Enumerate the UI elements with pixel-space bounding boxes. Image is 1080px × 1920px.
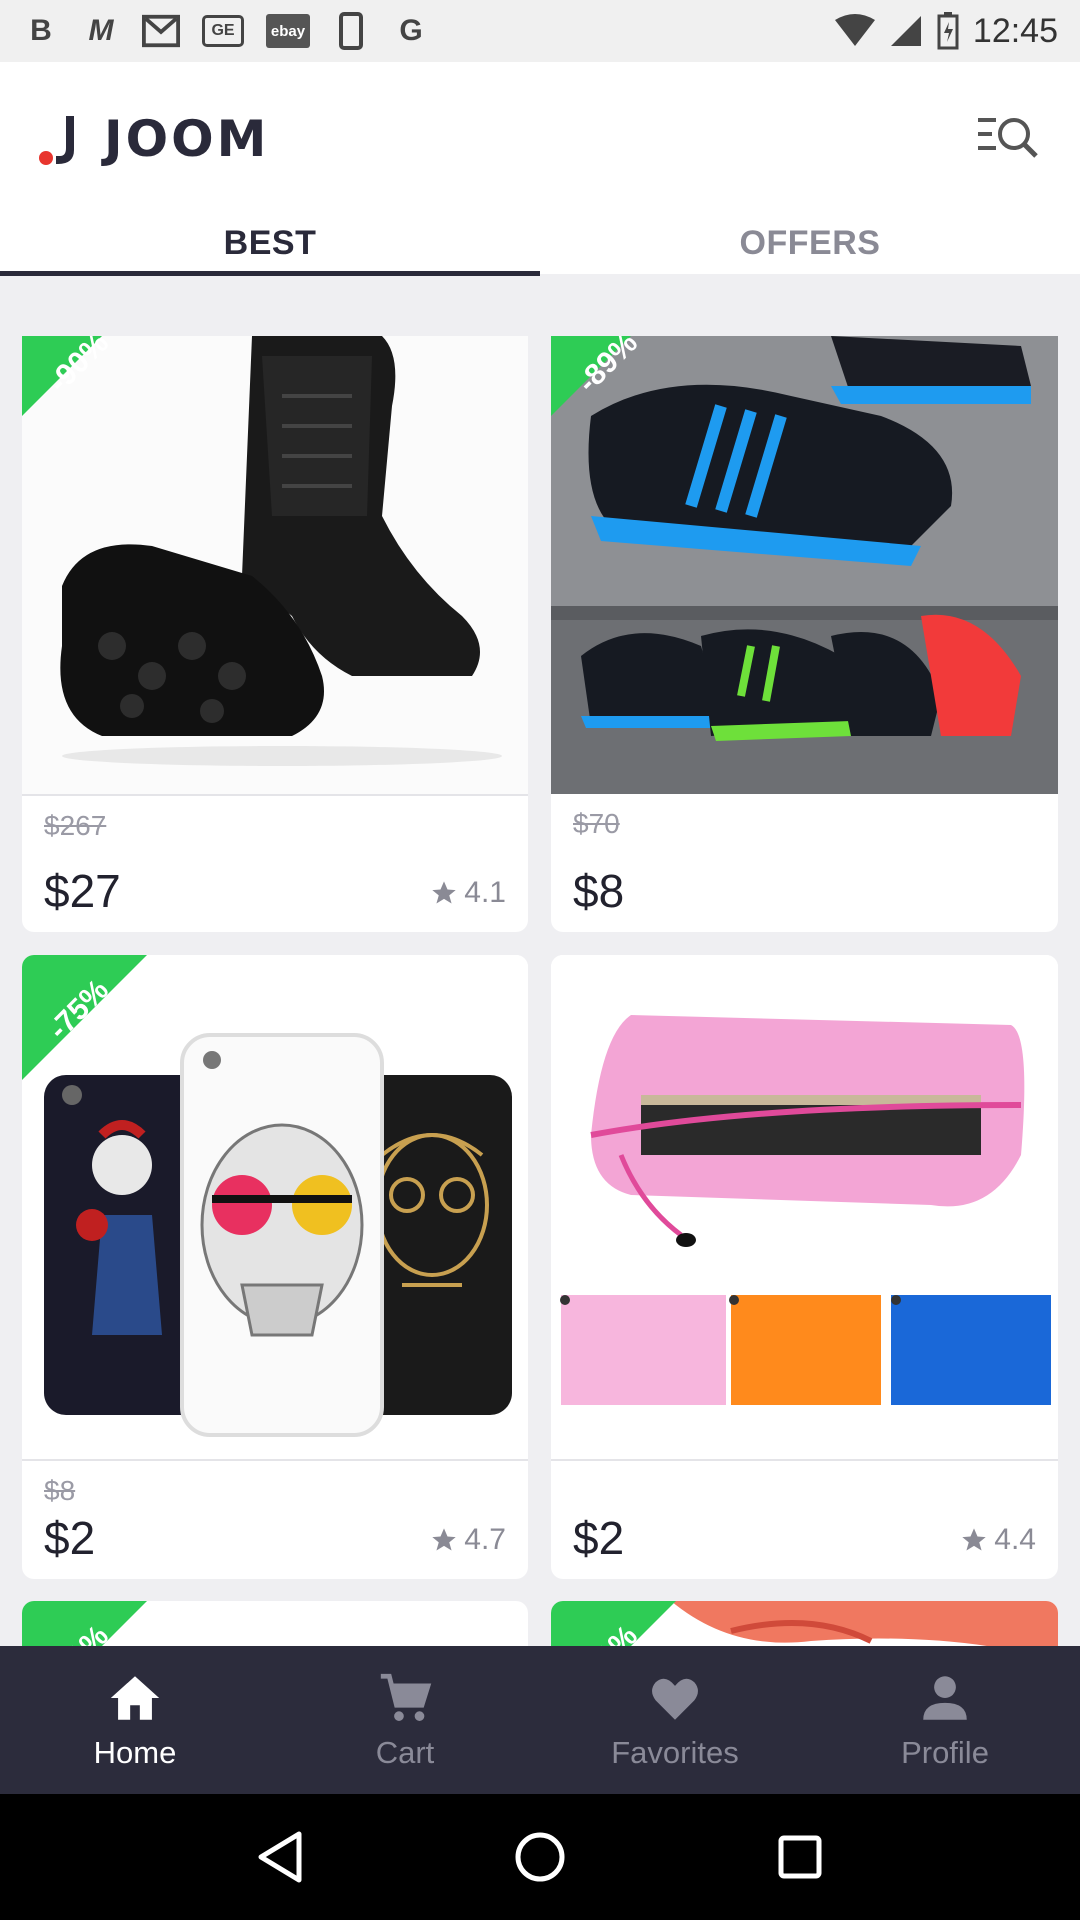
person-icon <box>923 1676 967 1720</box>
rating: 4.7 <box>430 1523 506 1557</box>
app-header: JOOM BEST OFFERS <box>0 62 1080 276</box>
star-icon <box>962 1528 986 1551</box>
heart-icon <box>652 1678 698 1720</box>
star-icon <box>432 881 456 904</box>
old-price: $70 <box>573 808 620 839</box>
home-system-button[interactable] <box>505 1822 575 1892</box>
back-icon <box>258 1831 302 1883</box>
square-recents-icon <box>778 1835 822 1879</box>
card-footer: $267 $27 4.1 <box>22 794 528 932</box>
nav-label: Favorites <box>611 1735 739 1770</box>
status-time: 12:45 <box>972 11 1058 50</box>
google-icon: G <box>399 14 423 47</box>
star-icon <box>432 1528 456 1551</box>
product-image-boots <box>22 336 528 794</box>
cart-icon <box>380 1673 432 1721</box>
discount-badge: -91% <box>22 1601 182 1646</box>
tab-bar: BEST OFFERS <box>0 212 1080 276</box>
product-card[interactable]: -91% <box>22 1601 528 1646</box>
price: $27 <box>44 865 121 917</box>
search-icon <box>978 118 1038 158</box>
tab-best[interactable]: BEST <box>0 212 540 276</box>
price: $2 <box>573 1512 625 1564</box>
product-image-pouches <box>551 955 1058 1459</box>
product-card[interactable]: -89% $70 $8 <box>551 336 1058 932</box>
old-price: $267 <box>44 810 107 841</box>
signal-icon <box>890 16 921 46</box>
joom-logo-icon <box>39 116 74 165</box>
logo-text: JOOM <box>104 110 270 168</box>
product-image-sneakers <box>551 336 1058 794</box>
card-footer: $2 4.4 <box>551 1459 1058 1579</box>
rating: 4.1 <box>430 876 506 910</box>
phone-icon <box>332 12 370 50</box>
system-navigation-bar <box>0 1794 1080 1920</box>
status-bar: B M GE ebay G 12:45 <box>0 0 1080 62</box>
wifi-icon <box>834 14 875 46</box>
price: $8 <box>573 865 625 917</box>
product-image-phone-cases <box>22 955 528 1459</box>
notification-icons: B M GE ebay G <box>22 12 430 50</box>
nav-label: Home <box>93 1735 177 1770</box>
search-button[interactable] <box>970 102 1050 172</box>
circle-home-icon <box>515 1832 565 1882</box>
nav-cart[interactable]: Cart <box>270 1646 540 1794</box>
product-card[interactable]: -75% $8 $2 4.7 <box>22 955 528 1579</box>
product-card[interactable]: $2 4.4 <box>551 955 1058 1579</box>
ge-icon: GE <box>202 15 244 47</box>
back-button[interactable] <box>245 1822 315 1892</box>
card-footer: $70 $8 <box>551 794 1058 932</box>
old-price: $8 <box>44 1475 76 1506</box>
nav-profile[interactable]: Profile <box>810 1646 1080 1794</box>
nav-label: Profile <box>901 1735 989 1770</box>
joom-logo[interactable]: JOOM <box>38 110 269 168</box>
product-card[interactable]: -90% $267 $27 4.1 <box>22 336 528 932</box>
battery-icon <box>937 12 959 50</box>
tab-offers[interactable]: OFFERS <box>540 212 1080 274</box>
nav-favorites[interactable]: Favorites <box>540 1646 810 1794</box>
rating: 4.4 <box>960 1523 1036 1557</box>
product-image-partial <box>551 1601 1058 1646</box>
bottom-nav: Home Cart Favorites Profile <box>0 1646 1080 1794</box>
nav-label: Cart <box>375 1735 435 1770</box>
product-feed[interactable]: -90% $267 $27 4.1 -89% $70 $8 -75% $8 $2… <box>0 336 1080 1646</box>
home-icon <box>110 1676 160 1720</box>
card-footer: $8 $2 4.7 <box>22 1459 528 1579</box>
b-icon: B <box>30 14 52 47</box>
m-icon: M <box>88 14 114 47</box>
ebay-icon: ebay <box>266 14 310 48</box>
recents-button[interactable] <box>765 1822 835 1892</box>
product-card[interactable]: -91% <box>551 1601 1058 1646</box>
nav-home[interactable]: Home <box>0 1646 270 1794</box>
gmail-icon <box>142 13 180 49</box>
price: $2 <box>44 1512 96 1564</box>
